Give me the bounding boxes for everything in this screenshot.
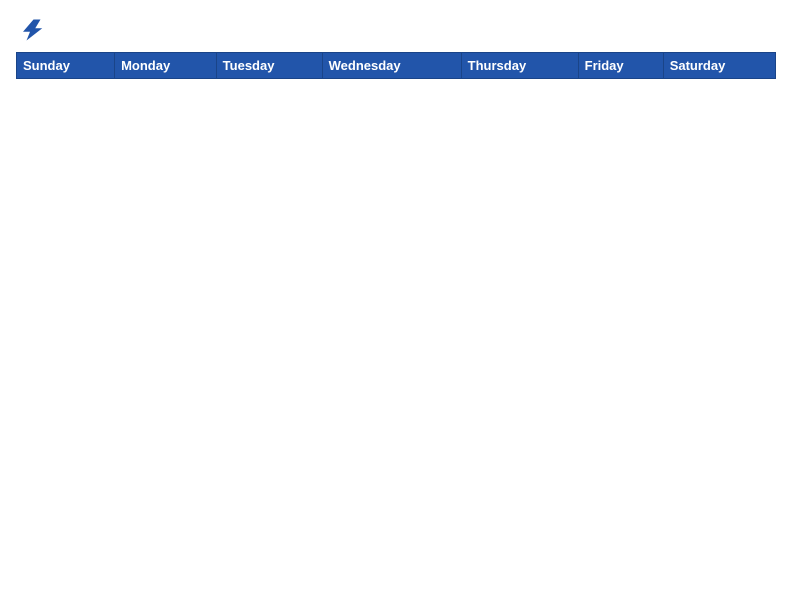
day-header-wednesday: Wednesday bbox=[322, 53, 461, 79]
logo-icon bbox=[16, 16, 44, 44]
day-header-monday: Monday bbox=[115, 53, 217, 79]
calendar-header-row: SundayMondayTuesdayWednesdayThursdayFrid… bbox=[17, 53, 776, 79]
day-header-friday: Friday bbox=[578, 53, 663, 79]
day-header-tuesday: Tuesday bbox=[216, 53, 322, 79]
page-header bbox=[16, 16, 776, 44]
logo bbox=[16, 16, 48, 44]
calendar-table: SundayMondayTuesdayWednesdayThursdayFrid… bbox=[16, 52, 776, 79]
day-header-thursday: Thursday bbox=[461, 53, 578, 79]
day-header-saturday: Saturday bbox=[663, 53, 775, 79]
day-header-sunday: Sunday bbox=[17, 53, 115, 79]
